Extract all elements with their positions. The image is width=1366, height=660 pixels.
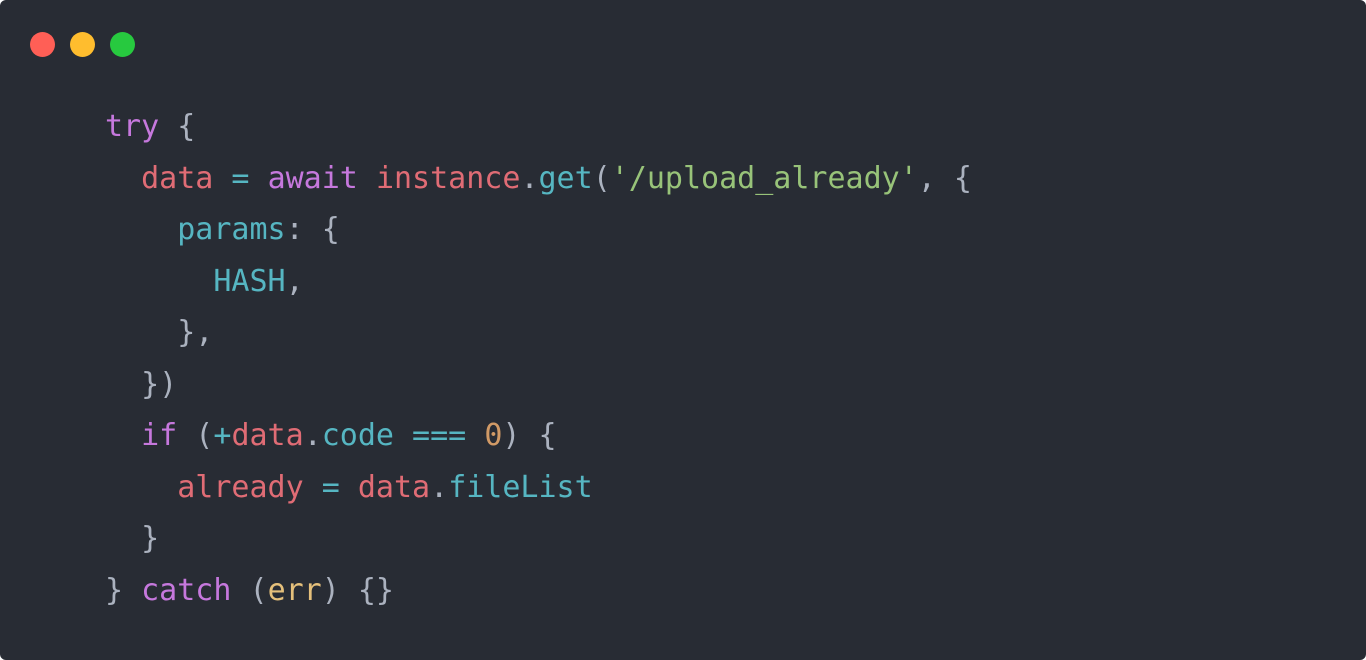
minimize-dot-icon[interactable] [70,32,95,57]
code-token-param: err [267,572,322,608]
code-token-default: { [159,109,196,144]
code-window: try { data = await instance.get('/upload… [0,0,1366,660]
code-token-property: HASH [213,263,286,299]
code-token-string: '/upload_already' [610,160,918,196]
code-token-keyword: catch [141,572,232,608]
close-dot-icon[interactable] [30,32,55,57]
code-line: try { [105,101,972,153]
code-token-property: === [394,418,485,453]
code-token-default: ( [177,418,214,453]
code-token-property: = [303,469,358,505]
maximize-dot-icon[interactable] [110,32,135,57]
code-token-function: get [538,160,593,196]
code-line: } [105,513,972,565]
code-line: }) [105,359,972,411]
code-token-default: , { [917,160,972,196]
code-token-default: } [105,572,142,608]
code-token-variable: data [357,469,431,505]
code-line: data = await instance.get('/upload_alrea… [105,153,972,205]
code-token-variable: instance [375,160,521,196]
code-token-default: ( [231,572,268,608]
code-line: already = data.fileList [105,462,972,514]
code-token-default: , [285,263,304,299]
code-token-variable: already [177,469,304,505]
code-token-property: + [213,418,232,453]
code-token-property: = [213,160,268,196]
window-controls [30,32,135,57]
code-line: HASH, [105,256,972,308]
code-line: }, [105,307,972,359]
code-token-number: 0 [484,418,503,453]
code-token-default: . [430,469,449,505]
code-token-default: ) {} [321,572,394,608]
code-token-default: . [520,160,539,196]
code-token-default: ( [592,160,611,196]
code-token-default: ) { [502,418,557,453]
code-token-property: fileList [448,469,593,505]
code-token-keyword: if [141,418,178,453]
code-block: try { data = await instance.get('/upload… [105,101,972,616]
code-token-default: }) [141,366,178,402]
code-token-keyword: try [105,109,160,144]
code-line: if (+data.code === 0) { [105,410,972,462]
code-token-variable: data [231,418,304,453]
code-token-default [358,161,376,196]
code-token-keyword: await [267,160,358,196]
code-line: } catch (err) {} [105,565,972,617]
code-token-default: }, [177,315,214,350]
code-line: params: { [105,204,972,256]
code-token-variable: data [141,160,214,196]
code-token-default: . [303,418,322,453]
code-token-property: params [177,212,286,247]
code-token-default: } [141,521,160,556]
code-token-property: code [321,418,394,453]
code-token-default: : { [285,212,340,247]
